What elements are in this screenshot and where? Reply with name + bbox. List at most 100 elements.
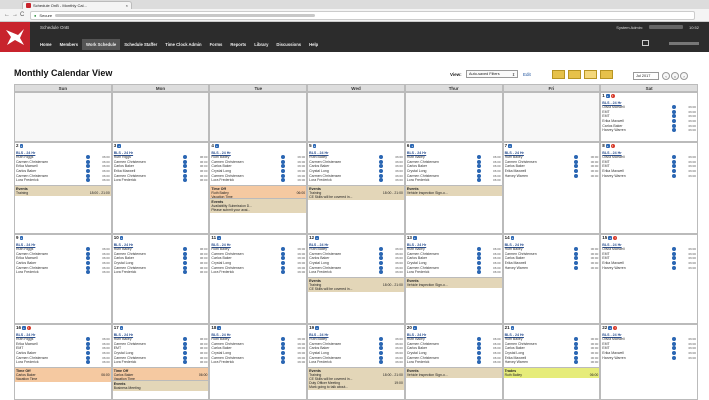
roster-row[interactable]: Carmen Christensen 06:00 [505, 341, 598, 347]
member-name[interactable]: Crystal Long [407, 351, 477, 355]
member-name[interactable]: Harvey Warren [602, 128, 672, 132]
roster-row[interactable]: Carlos Baker 06:00 [407, 256, 501, 261]
roster-row[interactable]: Carmen Christensen 06:00 [309, 159, 403, 165]
day-cell[interactable]: 11 + BLS - 24 Hr Ruth Bailey 06:00 Carmen Chr… [209, 234, 308, 324]
day-cell[interactable]: 19 + BLS - 24 Hr Ruth Bailey 06:00 Carmen Chr… [307, 324, 405, 400]
day-cell[interactable]: 5 + BLS - 24 Hr Ruth Bailey 06:00 Carmen Chri… [307, 142, 405, 234]
roster-row[interactable]: Ruth Bailey 06:00 [505, 337, 598, 342]
nav-item-library[interactable]: Library [250, 39, 272, 50]
member-name[interactable]: Olivia Maxwell [602, 247, 672, 251]
roster-row[interactable]: Carmen Christensen 06:00 [211, 159, 305, 165]
month-date-input[interactable]: Jul 2017 [633, 72, 659, 80]
member-name[interactable]: Carlos Baker [407, 346, 477, 350]
member-name[interactable]: Erika Maxwell [602, 119, 672, 123]
roster-row[interactable]: EMT 06:00 [602, 346, 696, 351]
roster-row[interactable]: Carmen Christensen 06:00 [114, 251, 207, 257]
member-name[interactable]: Carmen Christensen [114, 266, 184, 270]
member-name[interactable]: Lora Frederick [211, 178, 281, 182]
day-number-label[interactable]: 8 [602, 143, 605, 148]
roster-row[interactable]: Carmen Christensen 06:00 [407, 173, 501, 178]
member-name[interactable]: Erika Maxwell [602, 169, 672, 173]
member-name[interactable]: Ruth Riggs [114, 155, 184, 159]
forward-icon[interactable]: → [12, 12, 18, 18]
roster-row[interactable]: Carlos Baker 06:00 [407, 346, 501, 351]
member-name[interactable]: Ruth Bailey [309, 337, 379, 341]
roster-row[interactable]: Carmen Christensen 06:00 [309, 341, 403, 347]
member-name[interactable]: Harvey Warren [602, 174, 672, 178]
roster-row[interactable]: Erika Maxwell 06:00 [602, 261, 696, 266]
day-number-label[interactable]: 16 [16, 325, 21, 330]
day-number[interactable]: 2 + [16, 143, 24, 148]
calendar-time-off-block[interactable]: Time Off Carlos Baker 06:00 Vacation Time [15, 366, 111, 382]
day-cell[interactable]: 22 +! BLS - 24 Hr Olivia Maxwell 06:00 EMT 06:… [600, 324, 698, 400]
roster-row[interactable]: Carmen Christensen 06:00 [407, 251, 501, 257]
roster-row[interactable]: Carmen Christensen 06:00 [16, 355, 110, 360]
member-name[interactable]: Ruth Bailey [407, 155, 477, 159]
roster-row[interactable]: Ruth Riggs 06:00 [16, 337, 110, 342]
roster-row[interactable]: Harvey Warren 06:00 [602, 128, 696, 133]
calendar-events-block[interactable]: Events Training 18:00 - 21:00 CE Skills wil… [308, 276, 404, 292]
member-name[interactable]: Crystal Long [114, 351, 184, 355]
layout-option-icon[interactable] [568, 70, 581, 79]
roster-row[interactable]: Lora Frederick 06:00 [211, 360, 305, 365]
admin-name[interactable] [648, 25, 683, 29]
member-name[interactable]: Lora Frederick [211, 270, 281, 274]
member-name[interactable]: Carmen Christensen [407, 160, 477, 164]
roster-row[interactable]: Olivia Maxwell 06:00 [602, 155, 696, 160]
calendar-events-block[interactable]: Events Training 18:00 - 21:00 [15, 184, 111, 196]
browser-tab[interactable]: Schedule OnB - Monthly Cal... × [22, 1, 132, 9]
roster-row[interactable]: Erika Maxwell 06:00 [602, 169, 696, 174]
calendar-events-block[interactable]: Events Availability Submission D... Please… [210, 198, 307, 213]
add-shift-icon[interactable]: + [312, 143, 317, 148]
member-name[interactable]: Erika Maxwell [602, 261, 672, 265]
roster-row[interactable]: Carlos Baker 06:00 [114, 164, 207, 169]
site-name[interactable]: Schedule OnB [40, 25, 69, 30]
member-name[interactable]: Carlos Baker [114, 164, 184, 168]
member-name[interactable]: Ruth Bailey [505, 155, 575, 159]
member-name[interactable]: Carmen Christensen [211, 160, 281, 164]
member-name[interactable]: Lora Frederick [309, 270, 379, 274]
nav-item-home[interactable]: Home [36, 39, 56, 50]
member-name[interactable]: Carmen Christensen [114, 342, 184, 346]
day-number-label[interactable]: 13 [407, 235, 412, 240]
block-line[interactable]: Training 18:00 - 21:00 [16, 191, 110, 195]
block-line[interactable]: Vehicle Inspection Sign-o... [407, 191, 501, 195]
nav-item-reports[interactable]: Reports [226, 39, 250, 50]
roster-row[interactable]: Harvey Warren 06:00 [602, 355, 696, 360]
next-month-button[interactable]: › [680, 72, 688, 80]
warning-icon[interactable]: ! [613, 325, 618, 330]
add-shift-icon[interactable]: + [315, 235, 319, 240]
add-shift-icon[interactable]: + [22, 325, 26, 330]
warning-icon[interactable]: ! [610, 143, 615, 148]
roster-row[interactable]: Carmen Christensen 06:00 [407, 341, 501, 347]
warning-icon[interactable]: ! [26, 325, 31, 330]
roster-row[interactable]: Carmen Christensen 06:00 [114, 355, 207, 360]
member-name[interactable]: Carlos Baker [505, 256, 575, 260]
prev-month-button[interactable]: ‹ [662, 72, 670, 80]
day-number[interactable]: 16 +! [16, 325, 31, 330]
roster-row[interactable]: Ruth Bailey 06:00 [407, 247, 501, 252]
member-name[interactable]: EMT [602, 114, 672, 118]
roster-row[interactable]: EMT 06:00 [16, 346, 110, 351]
member-name[interactable]: Carmen Christensen [407, 174, 477, 178]
day-cell[interactable]: 21 + BLS - 24 Hr Ruth Bailey 06:00 Carmen Chr… [502, 324, 601, 400]
calendar-events-block[interactable]: Events Training 18:00 - 21:00 CE Skills wil… [308, 366, 404, 390]
day-number-label[interactable]: 1 [602, 93, 605, 98]
day-number[interactable]: 7 + [505, 143, 512, 148]
member-name[interactable]: Carlos Baker [211, 256, 281, 260]
today-button[interactable]: ○ [671, 72, 679, 80]
day-number[interactable]: 9 + [16, 235, 24, 240]
member-name[interactable]: Carmen Christensen [407, 342, 477, 346]
member-name[interactable]: Carlos Baker [309, 164, 379, 168]
roster-row[interactable]: EMT 06:00 [114, 346, 207, 351]
day-number[interactable]: 17 + [114, 325, 124, 330]
roster-row[interactable]: Carmen Christensen 06:00 [114, 341, 207, 347]
roster-row[interactable]: Carmen Christensen 06:00 [114, 265, 207, 270]
member-name[interactable]: Ruth Bailey [309, 247, 379, 251]
roster-row[interactable]: Carmen Christensen 06:00 [16, 251, 110, 257]
day-number-label[interactable]: 18 [211, 325, 216, 330]
add-shift-icon[interactable]: + [214, 143, 219, 148]
warning-icon[interactable]: ! [610, 93, 615, 98]
roster-row[interactable]: Carmen Christensen 06:00 [211, 265, 305, 270]
day-cell[interactable]: 1 +! BLS - 24 Hr Olivia Maxwell 06:00 EMT 06:0… [600, 92, 698, 142]
